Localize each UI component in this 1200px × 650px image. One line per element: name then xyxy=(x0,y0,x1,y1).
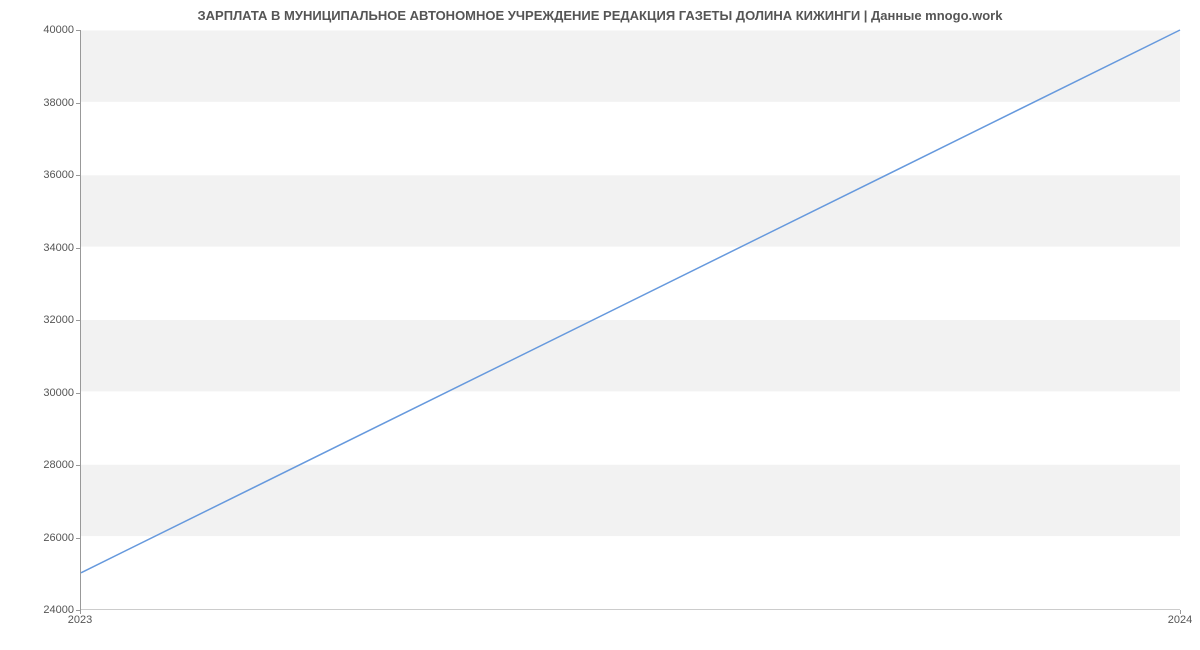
x-tick-label: 2023 xyxy=(68,614,92,626)
y-tick-mark xyxy=(76,538,80,539)
chart-title: ЗАРПЛАТА В МУНИЦИПАЛЬНОЕ АВТОНОМНОЕ УЧРЕ… xyxy=(0,8,1200,23)
y-tick-label: 30000 xyxy=(43,387,74,399)
y-tick-mark xyxy=(76,465,80,466)
y-tick-label: 32000 xyxy=(43,314,74,326)
y-tick-mark xyxy=(76,175,80,176)
chart-svg xyxy=(81,30,1180,609)
y-tick-label: 36000 xyxy=(43,169,74,181)
y-tick-mark xyxy=(76,320,80,321)
y-tick-mark xyxy=(76,393,80,394)
x-tick-label: 2024 xyxy=(1168,614,1192,626)
x-tick-mark xyxy=(80,610,81,614)
plot-area xyxy=(80,30,1180,610)
y-tick-label: 40000 xyxy=(43,24,74,36)
y-tick-mark xyxy=(76,103,80,104)
x-tick-mark xyxy=(1180,610,1181,614)
y-tick-label: 34000 xyxy=(43,242,74,254)
y-tick-mark xyxy=(76,30,80,31)
y-tick-label: 26000 xyxy=(43,532,74,544)
y-tick-label: 28000 xyxy=(43,459,74,471)
y-tick-label: 38000 xyxy=(43,97,74,109)
y-tick-mark xyxy=(76,248,80,249)
